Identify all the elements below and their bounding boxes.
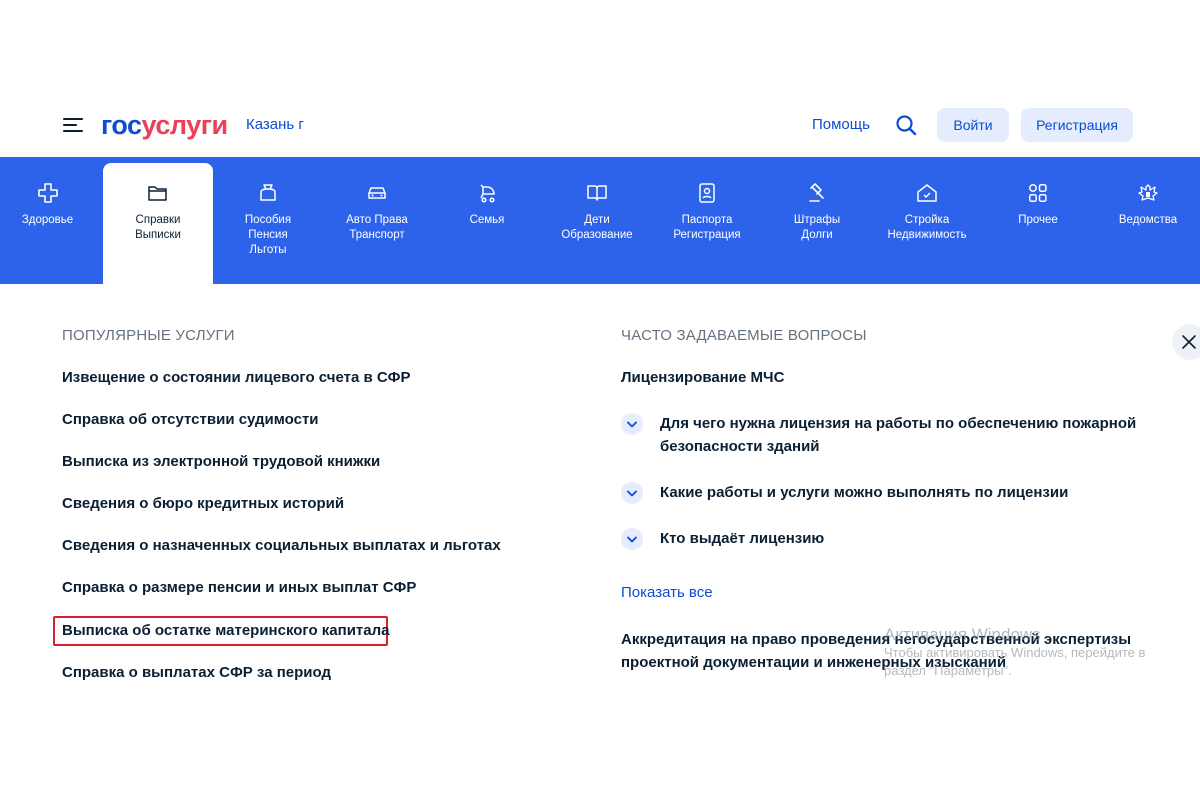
windows-activation-watermark: Активация Windows Чтобы активировать Win… bbox=[884, 626, 1145, 680]
watermark-line: Активация Windows bbox=[884, 625, 1041, 644]
grid-icon bbox=[1029, 184, 1047, 202]
nav-item-label: Паспорта Регистрация bbox=[673, 214, 741, 241]
emblem-icon bbox=[1138, 184, 1158, 201]
medical-cross-icon bbox=[37, 183, 58, 203]
faq-group-title: Лицензирование МЧС bbox=[621, 369, 785, 386]
passport-icon bbox=[699, 183, 715, 203]
car-icon bbox=[368, 187, 386, 199]
book-icon bbox=[587, 185, 607, 201]
nav-item-children[interactable]: Дети Образование bbox=[547, 157, 647, 284]
close-icon bbox=[1182, 335, 1196, 349]
watermark-line: Чтобы активировать Windows, перейдите в bbox=[884, 645, 1146, 660]
stroller-icon bbox=[480, 184, 495, 203]
register-button[interactable]: Регистрация bbox=[1021, 108, 1133, 142]
menu-icon[interactable] bbox=[63, 116, 83, 134]
city-selector[interactable]: Казань г bbox=[246, 116, 304, 133]
nav-item-label: Семья bbox=[469, 214, 505, 226]
logo-part-uslugi: услуги bbox=[141, 110, 229, 140]
nav-item-certificates[interactable]: Справки Выписки bbox=[103, 163, 213, 284]
nav-item-label: Авто Права Транспорт bbox=[346, 214, 408, 241]
nav-item-label: Пособия Пенсия Льготы bbox=[244, 214, 292, 256]
watermark-line: раздел "Параметры". bbox=[884, 663, 1012, 678]
help-link[interactable]: Помощь bbox=[812, 116, 870, 133]
nav-item-label: Ведомства bbox=[1118, 214, 1178, 226]
nav-item-passports[interactable]: Паспорта Регистрация bbox=[657, 157, 757, 284]
service-link[interactable]: Справка о размере пенсии и иных выплат С… bbox=[62, 579, 416, 596]
service-link[interactable]: Извещение о состоянии лицевого счета в С… bbox=[62, 369, 410, 386]
close-button[interactable] bbox=[1172, 324, 1200, 360]
nav-item-label: Здоровье bbox=[21, 214, 74, 226]
house-icon bbox=[917, 184, 937, 202]
nav-item-fines[interactable]: Штрафы Долги bbox=[767, 157, 867, 284]
show-all-link[interactable]: Показать все bbox=[621, 584, 713, 601]
nav-item-label: Прочее bbox=[1018, 214, 1058, 226]
service-link[interactable]: Сведения о назначенных социальных выплат… bbox=[62, 537, 501, 554]
service-link[interactable]: Выписка из электронной трудовой книжки bbox=[62, 453, 380, 470]
nav-item-auto[interactable]: Авто Права Транспорт bbox=[327, 157, 427, 284]
logo[interactable]: госуслуги bbox=[101, 110, 228, 140]
login-button[interactable]: Войти bbox=[937, 108, 1009, 142]
gavel-icon bbox=[809, 183, 824, 202]
nav-item-health[interactable]: Здоровье bbox=[0, 157, 95, 284]
nav-item-other[interactable]: Прочее bbox=[988, 157, 1088, 284]
nav-item-benefits[interactable]: Пособия Пенсия Льготы bbox=[218, 157, 318, 284]
faq-title: ЧАСТО ЗАДАВАЕМЫЕ ВОПРОСЫ bbox=[621, 327, 867, 344]
chevron-down-icon[interactable] bbox=[621, 413, 643, 435]
nav-item-label: Справки Выписки bbox=[135, 214, 181, 241]
wallet-icon bbox=[260, 184, 276, 201]
service-link[interactable]: Сведения о бюро кредитных историй bbox=[62, 495, 344, 512]
service-link-maternity-capital[interactable]: Выписка об остатке материнского капитала bbox=[62, 622, 390, 639]
search-icon[interactable] bbox=[895, 114, 917, 136]
faq-question[interactable]: Для чего нужна лицензия на работы по обе… bbox=[660, 412, 1140, 458]
category-nav: Здоровье Справки Выписки Пособия Пенсия … bbox=[0, 157, 1200, 284]
popular-services-title: ПОПУЛЯРНЫЕ УСЛУГИ bbox=[62, 327, 235, 344]
folder-icon bbox=[148, 186, 167, 201]
faq-question[interactable]: Кто выдаёт лицензию bbox=[660, 527, 1140, 550]
nav-item-label: Стройка Недвижимость bbox=[887, 214, 967, 241]
logo-part-gos: гос bbox=[101, 110, 142, 140]
faq-question[interactable]: Какие работы и услуги можно выполнять по… bbox=[660, 481, 1140, 504]
service-link[interactable]: Справка о выплатах СФР за период bbox=[62, 664, 331, 681]
site-header: госуслуги Казань г Помощь Войти Регистра… bbox=[0, 100, 1200, 152]
nav-item-construction[interactable]: Стройка Недвижимость bbox=[877, 157, 977, 284]
nav-item-agencies[interactable]: Ведомства bbox=[1098, 157, 1198, 284]
chevron-down-icon[interactable] bbox=[621, 528, 643, 550]
nav-item-family[interactable]: Семья bbox=[437, 157, 537, 284]
nav-item-label: Штрафы Долги bbox=[793, 214, 841, 241]
nav-item-label: Дети Образование bbox=[561, 214, 633, 241]
service-link[interactable]: Справка об отсутствии судимости bbox=[62, 411, 319, 428]
chevron-down-icon[interactable] bbox=[621, 482, 643, 504]
